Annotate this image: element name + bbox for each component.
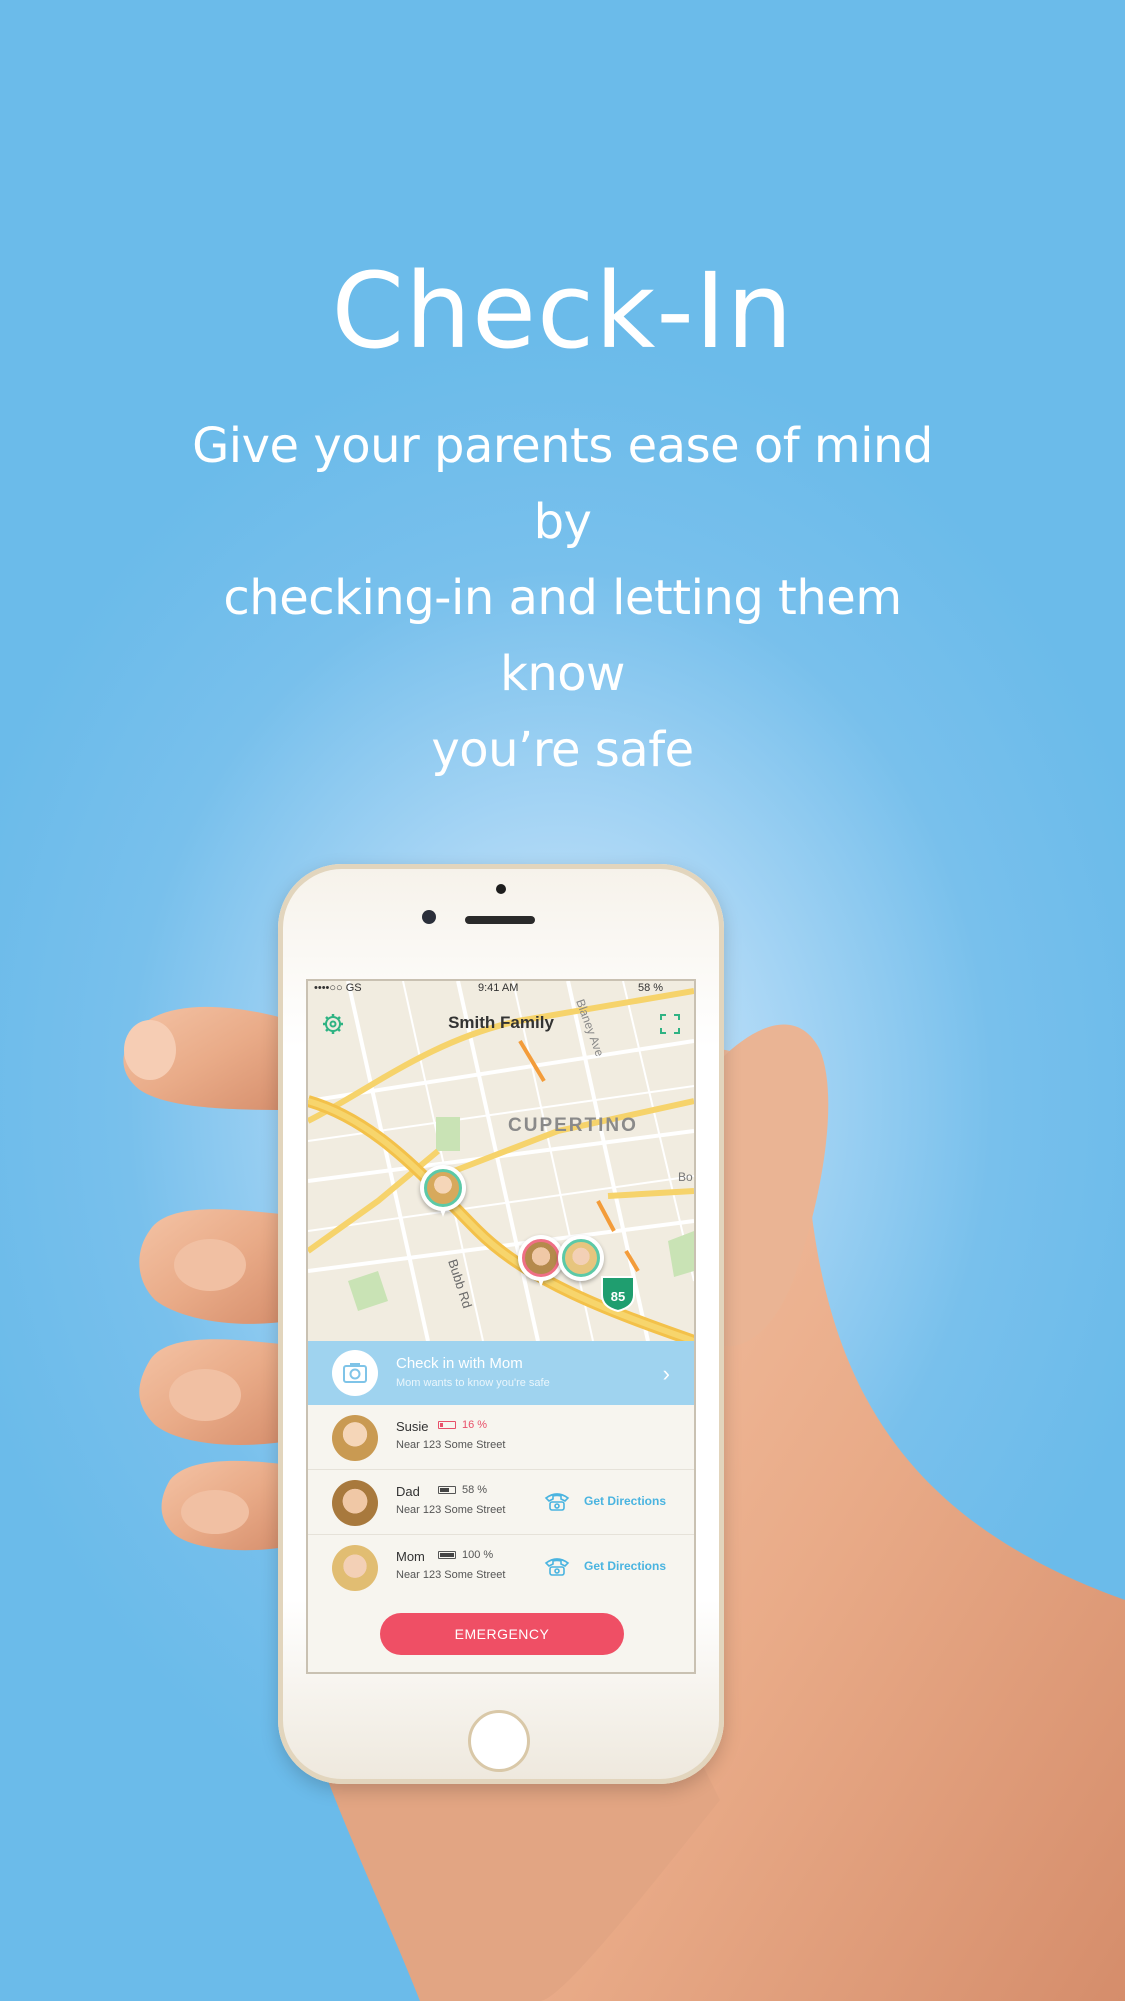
battery-percent: 16 % [462, 1419, 488, 1431]
battery-level [440, 1488, 449, 1492]
status-time: 9:41 AM [478, 982, 519, 994]
hero-subtitle-line-1: Give your parents ease of mind by [192, 418, 933, 550]
avatar-mom [332, 1545, 378, 1591]
battery-level [440, 1553, 454, 1557]
home-button[interactable] [468, 1710, 530, 1772]
highway-number: 85 [611, 1289, 625, 1304]
list-item[interactable]: Dad 58 % Near 123 Some Street Get Direct… [308, 1470, 694, 1535]
checkin-title: Check in with Mom [396, 1355, 523, 1372]
expand-icon[interactable] [660, 1014, 680, 1034]
hero-subtitle: Give your parents ease of mind by checki… [160, 408, 965, 788]
map-pin-susie[interactable] [420, 1165, 466, 1217]
member-address: Near 123 Some Street [396, 1569, 506, 1581]
hero-title: Check-In [331, 250, 794, 372]
list-item[interactable]: Susie 16 % Near 123 Some Street [308, 1405, 694, 1470]
proximity-sensor [496, 884, 506, 894]
map-street-bo: Bo [678, 1170, 693, 1184]
members-list: Susie 16 % Near 123 Some Street Dad 58 %… [308, 1405, 694, 1599]
telephone-icon[interactable] [544, 1490, 570, 1512]
status-bar: ••••○○ GS 9:41 AM 58 % [308, 981, 694, 997]
get-directions-link[interactable]: Get Directions [584, 1494, 666, 1508]
avatar-dad [332, 1480, 378, 1526]
member-address: Near 123 Some Street [396, 1504, 506, 1516]
carrier-signal: ••••○○ GS [314, 982, 362, 994]
chevron-right-icon: › [662, 1361, 670, 1386]
avatar-susie-pin [424, 1169, 462, 1207]
map-view[interactable]: CUPERTINO Bubb Rd Blaney Ave Bo 85 [308, 981, 694, 1341]
get-directions-link[interactable]: Get Directions [584, 1559, 666, 1573]
checkin-subtitle: Mom wants to know you're safe [396, 1377, 550, 1389]
pin-tail [439, 1207, 447, 1217]
telephone-icon[interactable] [544, 1555, 570, 1577]
checkin-banner[interactable]: Check in with Mom Mom wants to know you'… [308, 1341, 694, 1405]
highway-shield: 85 [601, 1276, 635, 1313]
member-address: Near 123 Some Street [396, 1439, 506, 1451]
battery-icon [438, 1551, 456, 1559]
avatar-susie [332, 1415, 378, 1461]
hero-subtitle-line-2: checking-in and letting them know [223, 570, 902, 702]
camera-icon [332, 1350, 378, 1396]
member-name: Dad [396, 1484, 420, 1499]
map-pin-mom[interactable] [558, 1235, 604, 1281]
list-item[interactable]: Mom 100 % Near 123 Some Street Get Direc… [308, 1535, 694, 1599]
earpiece-speaker [465, 916, 535, 924]
battery-icon [438, 1486, 456, 1494]
family-title: Smith Family [448, 1013, 554, 1032]
avatar-dad-pin [522, 1239, 560, 1277]
front-camera [422, 910, 436, 924]
emergency-button[interactable]: EMERGENCY [380, 1613, 624, 1655]
battery-icon [438, 1421, 456, 1429]
battery-level [440, 1423, 443, 1427]
battery-percent: 100 % [462, 1549, 494, 1561]
member-name: Susie [396, 1419, 429, 1434]
hero-subtitle-line-3: you’re safe [431, 722, 694, 778]
phone-screen: CUPERTINO Bubb Rd Blaney Ave Bo 85 ••••○… [306, 979, 696, 1674]
member-name: Mom [396, 1549, 425, 1564]
status-battery: 58 % [638, 982, 664, 994]
pin-tail [537, 1277, 545, 1287]
map-city-label: CUPERTINO [508, 1115, 638, 1136]
battery-percent: 58 % [462, 1484, 488, 1496]
avatar-mom-pin [562, 1239, 600, 1277]
